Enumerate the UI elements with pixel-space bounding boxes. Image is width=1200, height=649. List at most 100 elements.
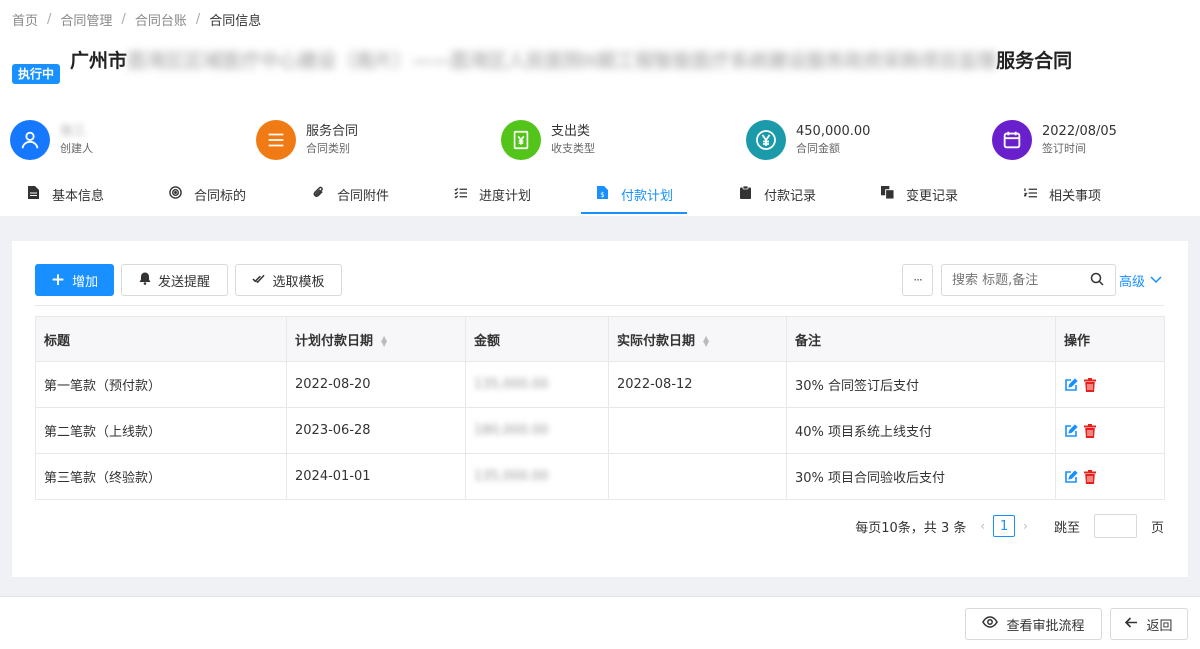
toolbar-divider (35, 305, 1164, 306)
stat-type: 支出类 收支类型 (501, 120, 595, 160)
cell-amount: 135,000.00 (465, 361, 609, 408)
cell-title: 第二笔款（上线款） (35, 407, 287, 454)
page-unit-label: 页 (1150, 520, 1164, 536)
tab-label: 合同标的 (194, 188, 247, 204)
edit-icon[interactable] (1064, 469, 1078, 484)
stat-label: 签订时间 (1042, 142, 1086, 155)
column-header-note: 备注 (786, 316, 1056, 362)
stat-value: 张三 (60, 124, 87, 139)
calendar-icon (992, 120, 1032, 160)
breadcrumb-current: 合同信息 (209, 13, 262, 29)
breadcrumb-contract-management[interactable]: 合同管理 (60, 10, 112, 29)
tab-label: 付款记录 (764, 188, 817, 204)
cell-note: 30% 合同签订后支付 (786, 361, 1056, 408)
search-icon[interactable] (1090, 272, 1104, 286)
send-reminder-button[interactable]: 发送提醒 (121, 264, 228, 296)
tab-basic-info[interactable]: 基本信息 (26, 174, 104, 214)
sort-icon[interactable]: ▲ ▼ (703, 335, 709, 348)
sort-icon[interactable]: ▲ ▼ (381, 335, 387, 348)
page-jump-input[interactable] (1093, 514, 1137, 538)
prev-page-button[interactable]: ‹ (980, 519, 985, 533)
tab-payment-plan[interactable]: $ 付款计划 (580, 174, 688, 214)
target-icon (168, 186, 182, 202)
cell-amount: 135,000.00 (465, 453, 609, 500)
next-page-button[interactable]: › (1023, 519, 1028, 533)
stat-label: 合同类别 (306, 142, 350, 155)
page-number-current[interactable]: 1 (993, 515, 1016, 537)
cell-actions (1055, 407, 1165, 454)
cell-actions (1055, 361, 1165, 408)
breadcrumb-separator: / (195, 11, 201, 27)
file-icon (26, 186, 40, 202)
contract-header: 执行中 广州市荔湾区区域医疗中心建设（南片）——荔湾区人民医院II期工程智能医疗… (12, 46, 1152, 84)
delete-icon[interactable] (1084, 423, 1098, 438)
stat-label: 合同金额 (796, 142, 840, 155)
payment-plan-table: 标题 计划付款日期 ▲ ▼ 金额 实际付款日期 ▲ ▼ 备注 操作 第一笔款（预付款） … (35, 316, 1165, 500)
view-approval-flow-button[interactable]: 查看审批流程 (965, 608, 1102, 640)
stat-value: 服务合同 (306, 124, 359, 139)
breadcrumb-separator: / (47, 11, 52, 27)
bell-icon (139, 272, 151, 289)
column-label: 实际付款日期 (617, 333, 696, 349)
cell-actual-date (608, 407, 787, 454)
breadcrumb-contract-ledger[interactable]: 合同台账 (135, 10, 187, 29)
amount-value: 135,000.00 (474, 469, 549, 484)
cell-plan-date: 2024-01-01 (286, 453, 466, 500)
ellipsis-icon: ··· (913, 273, 923, 287)
select-template-button[interactable]: 选取模板 (235, 264, 342, 296)
delete-icon[interactable] (1084, 469, 1098, 484)
stat-creator: 张三 创建人 (10, 120, 93, 160)
double-check-icon (252, 273, 266, 288)
column-header-actual-date[interactable]: 实际付款日期 ▲ ▼ (608, 316, 787, 362)
stat-value: 450,000.00 (796, 124, 871, 139)
column-header-actions: 操作 (1055, 316, 1165, 362)
title-suffix: 服务合同 (996, 50, 1073, 72)
contract-summary: 张三 创建人 服务合同 合同类别 支出类 收支类型 450,000.00 合同金… (10, 120, 1190, 164)
cell-title: 第三笔款（终验款） (35, 453, 287, 500)
tab-progress-plan[interactable]: 进度计划 (453, 174, 531, 214)
delete-icon[interactable] (1084, 377, 1098, 392)
add-button[interactable]: + 增加 (35, 264, 114, 296)
arrow-left-icon (1125, 616, 1138, 632)
breadcrumb-separator: / (121, 11, 126, 27)
tab-payment-records[interactable]: 付款记录 (738, 174, 816, 214)
checklist-icon (453, 187, 467, 202)
chevron-down-icon (1150, 273, 1162, 288)
cell-actions (1055, 453, 1165, 500)
pagination: 每页10条，共 3 条 ‹ 1 › 跳至 页 (855, 514, 1164, 538)
payment-plan-panel: + 增加 发送提醒 选取模板 ··· 高级 标题 计划付款日期 ▲▼ 金额 实际付… (12, 241, 1188, 577)
breadcrumb-home[interactable]: 首页 (12, 10, 38, 29)
back-button[interactable]: 返回 (1110, 608, 1188, 640)
cell-note: 30% 项目合同验收后支付 (786, 453, 1056, 500)
edit-icon[interactable] (1064, 423, 1078, 438)
cell-note: 40% 项目系统上线支付 (786, 407, 1056, 454)
amount-value: 180,000.00 (474, 423, 549, 438)
column-label: 计划付款日期 (295, 333, 374, 349)
edit-icon[interactable] (1064, 377, 1078, 392)
tab-label: 变更记录 (906, 188, 959, 204)
title-prefix: 广州市 (70, 50, 128, 72)
tab-contract-subject[interactable]: 合同标的 (168, 174, 246, 214)
tab-related-items[interactable]: 相关事项 (1022, 174, 1101, 214)
svg-text:$: $ (600, 191, 604, 199)
footer-divider (0, 596, 1200, 597)
tab-attachments[interactable]: 合同附件 (311, 174, 389, 214)
stat-label: 创建人 (60, 142, 93, 155)
file-dollar-icon: $ (595, 186, 609, 202)
user-icon (10, 120, 50, 160)
amount-value: 135,000.00 (474, 377, 549, 392)
advanced-search-toggle[interactable]: 高级 (1119, 271, 1162, 290)
list-icon (256, 120, 296, 160)
tab-label: 基本信息 (52, 188, 105, 204)
cell-plan-date: 2023-06-28 (286, 407, 466, 454)
tab-label: 进度计划 (479, 188, 532, 204)
table-row: 第二笔款（上线款） 2023-06-28 180,000.00 40% 项目系统… (35, 407, 1165, 454)
button-label: 查看审批流程 (1006, 618, 1085, 634)
cell-title: 第一笔款（预付款） (35, 361, 287, 408)
more-options-button[interactable]: ··· (902, 264, 933, 296)
column-header-title: 标题 (35, 316, 287, 362)
tab-change-records[interactable]: 变更记录 (880, 174, 958, 214)
column-header-plan-date[interactable]: 计划付款日期 ▲ ▼ (286, 316, 466, 362)
yen-coin-icon (746, 120, 786, 160)
advanced-label: 高级 (1119, 275, 1146, 290)
